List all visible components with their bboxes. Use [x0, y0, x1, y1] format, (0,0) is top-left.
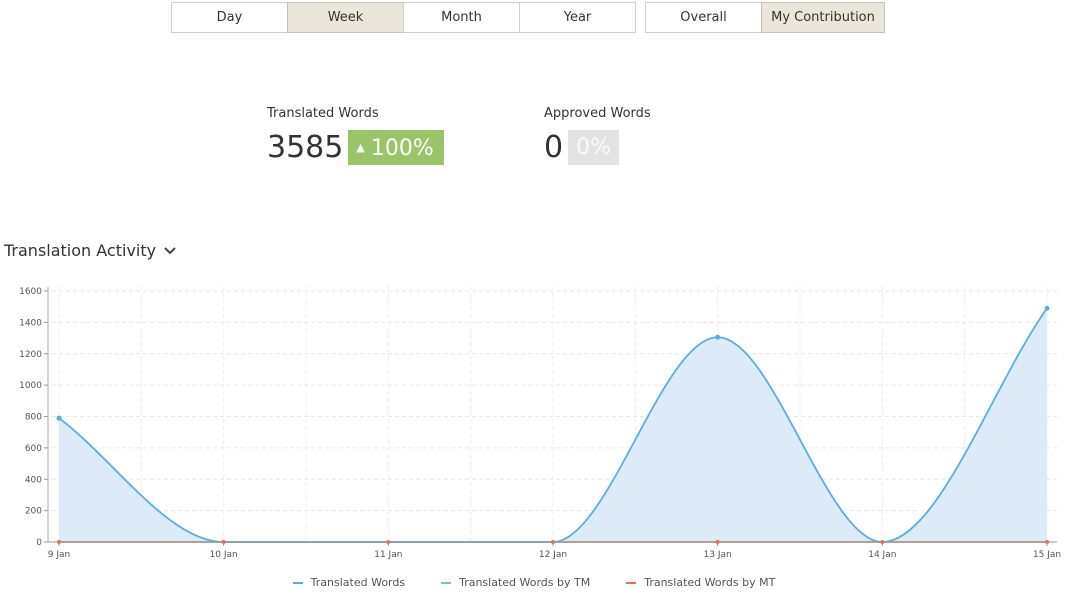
translated-change-badge: ▲ 100% [348, 130, 444, 165]
triangle-up-icon: ▲ [356, 141, 365, 154]
legend-item-translated[interactable]: Translated Words [292, 576, 406, 589]
scope-tab-group: Overall My Contribution [645, 2, 885, 33]
tab-overall[interactable]: Overall [645, 2, 762, 33]
y-tick-label: 600 [25, 444, 42, 454]
chevron-down-icon [164, 244, 176, 258]
translated-change-value: 100% [370, 136, 434, 161]
y-tick-label: 800 [25, 413, 42, 423]
translated-point [715, 334, 721, 340]
legend-label: Translated Words [310, 576, 406, 589]
legend-swatch-tm [441, 581, 452, 584]
y-tick-label: 1600 [19, 287, 42, 297]
tab-month[interactable]: Month [403, 2, 520, 33]
x-tick-label: 12 Jan [539, 550, 567, 560]
x-tick-label: 9 Jan [48, 550, 70, 560]
legend-item-tm[interactable]: Translated Words by TM [441, 576, 590, 589]
approved-words-value: 0 [544, 130, 564, 165]
translated-words-value: 3585 [267, 130, 344, 165]
translated-point [1044, 305, 1050, 311]
legend-swatch-mt [626, 581, 637, 584]
y-tick-label: 200 [25, 507, 42, 517]
tab-my-contribution[interactable]: My Contribution [761, 2, 885, 33]
x-tick-label: 10 Jan [210, 550, 238, 560]
translation-activity-toggle[interactable]: Translation Activity [4, 241, 176, 260]
y-tick-label: 0 [36, 538, 42, 548]
legend-item-mt[interactable]: Translated Words by MT [626, 576, 775, 589]
legend-label: Translated Words by TM [459, 576, 591, 589]
tab-day[interactable]: Day [171, 2, 288, 33]
chart-legend: Translated Words Translated Words by TM … [0, 576, 1068, 589]
y-tick-label: 1000 [19, 381, 42, 391]
translation-activity-chart: 0 200 400 600 800 1000 1200 1400 1600 9 Jan 10 Jan… [19, 286, 1061, 560]
x-tick-label: 15 Jan [1033, 550, 1061, 560]
approved-words-label: Approved Words [544, 106, 651, 121]
x-tick-label: 13 Jan [704, 550, 732, 560]
y-tick-label: 1200 [19, 350, 42, 360]
approved-words-stat: Approved Words 0 0% [544, 106, 651, 165]
x-tick-label: 11 Jan [374, 550, 402, 560]
y-tick-label: 1400 [19, 318, 42, 328]
section-title: Translation Activity [4, 241, 157, 260]
tab-year[interactable]: Year [519, 2, 636, 33]
y-tick-label: 400 [25, 475, 42, 485]
legend-swatch-translated [292, 581, 303, 584]
translated-words-label: Translated Words [267, 106, 379, 121]
legend-label: Translated Words by MT [644, 576, 776, 589]
tab-week[interactable]: Week [287, 2, 404, 33]
range-tab-group: Day Week Month Year [171, 2, 636, 33]
translated-point [56, 415, 62, 421]
approved-change-badge: 0% [568, 130, 619, 165]
translated-words-stat: Translated Words 3585 ▲ 100% [267, 106, 444, 165]
x-tick-label: 14 Jan [868, 550, 896, 560]
